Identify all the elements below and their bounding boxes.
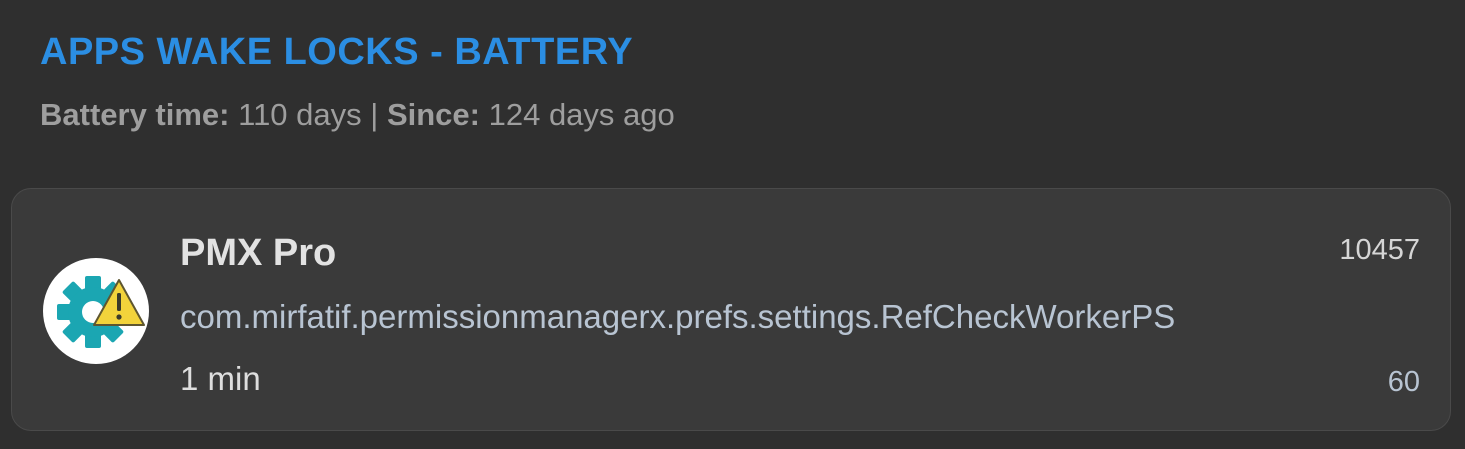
since-label: Since: xyxy=(386,97,480,132)
wakelock-count: 60 xyxy=(1387,366,1420,398)
battery-summary: Battery time: 110 days | Since: 124 days… xyxy=(40,96,675,134)
page-title: APPS WAKE LOCKS - BATTERY xyxy=(40,31,634,73)
gear-warning-icon xyxy=(43,258,149,364)
app-uid: 10457 xyxy=(1339,234,1420,266)
since-value: 124 days ago xyxy=(488,97,675,132)
battery-time-value: 110 days xyxy=(238,97,362,132)
battery-time-label: Battery time: xyxy=(40,97,230,132)
wakelock-duration: 1 min xyxy=(180,360,261,397)
wakelock-tag: com.mirfatif.permissionmanagerx.prefs.se… xyxy=(180,298,1176,335)
wakelock-list-item[interactable]: PMX Pro 10457 com.mirfatif.permissionman… xyxy=(11,188,1451,431)
summary-separator: | xyxy=(370,97,379,132)
app-name: PMX Pro xyxy=(180,232,337,274)
